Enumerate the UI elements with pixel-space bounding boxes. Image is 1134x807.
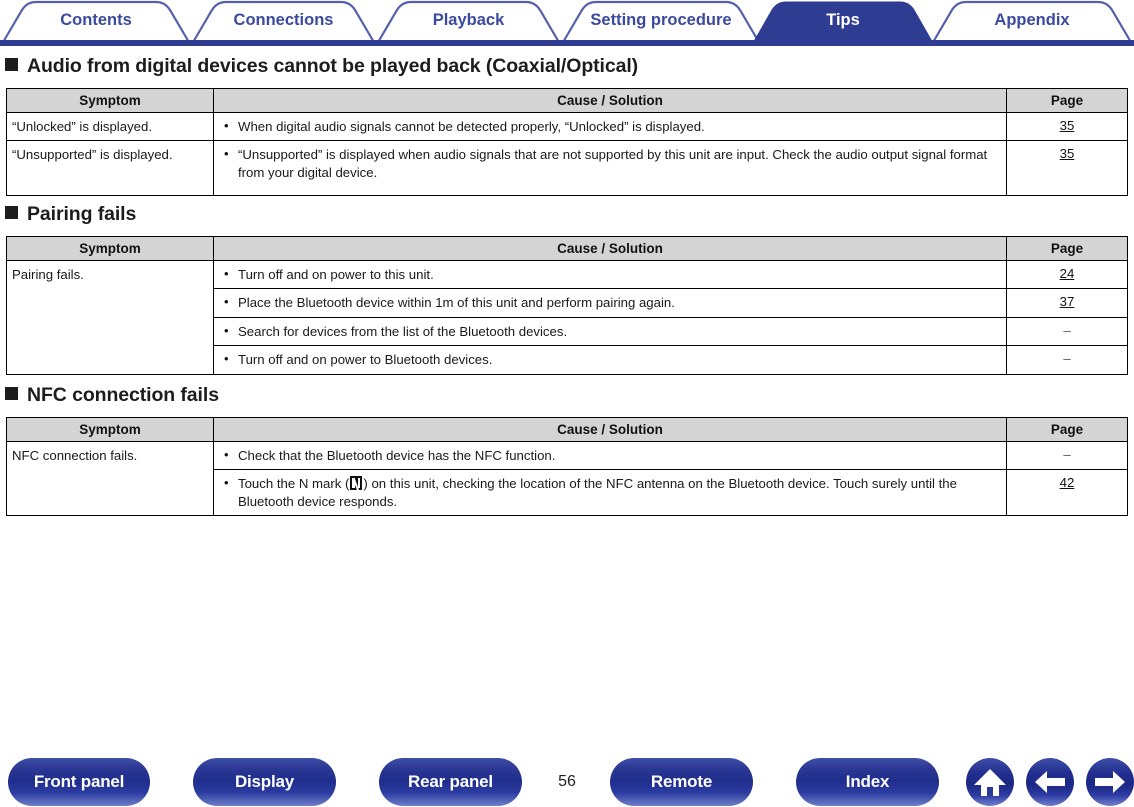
- front-panel-button[interactable]: Front panel: [8, 758, 150, 806]
- cause-item: Turn off and on power to this unit.: [223, 265, 998, 283]
- page-link[interactable]: 24: [1060, 266, 1075, 281]
- cause-text-before-nmark: Touch the N mark (: [238, 476, 350, 492]
- cell-cause: Turn off and on power to this unit.: [213, 259, 1007, 290]
- tab-tips[interactable]: Tips: [752, 0, 934, 40]
- cell-cause: Search for devices from the list of the …: [213, 316, 1007, 347]
- cell-symptom: NFC connection fails.: [6, 440, 214, 517]
- bullet-square-icon: [5, 387, 18, 400]
- back-arrow-icon[interactable]: [1026, 758, 1074, 806]
- cell-page: 35: [1006, 111, 1128, 142]
- page-number: 56: [558, 773, 576, 790]
- table-row: “Unlocked” is displayed. When digital au…: [6, 111, 1128, 142]
- cell-cause: Place the Bluetooth device within 1m of …: [213, 288, 1007, 318]
- col-header-page: Page: [1006, 417, 1128, 442]
- cell-cause: Check that the Bluetooth device has the …: [213, 440, 1007, 471]
- back-arrow-glyph: [1035, 771, 1065, 793]
- bullet-square-icon: [5, 206, 18, 219]
- cell-symptom: “Unlocked” is displayed.: [6, 111, 214, 142]
- cell-page: –: [1006, 440, 1128, 471]
- col-header-page: Page: [1006, 88, 1128, 113]
- cause-item: “Unsupported” is displayed when audio si…: [223, 145, 998, 181]
- nfc-n-mark-icon: [350, 476, 363, 491]
- section-heading-text: NFC connection fails: [27, 384, 219, 406]
- tab-setting-procedure[interactable]: Setting procedure: [562, 0, 760, 40]
- cause-item: Touch the N mark () on this unit, checki…: [223, 474, 998, 510]
- col-header-symptom: Symptom: [6, 88, 214, 113]
- tab-connections[interactable]: Connections: [192, 0, 375, 40]
- section-heading-text: Pairing fails: [27, 203, 137, 225]
- tab-playback[interactable]: Playback: [377, 0, 560, 40]
- cell-page: 35: [1006, 140, 1128, 197]
- cell-cause: Turn off and on power to Bluetooth devic…: [213, 345, 1007, 375]
- page-link[interactable]: 42: [1060, 475, 1075, 490]
- cause-item: Check that the Bluetooth device has the …: [223, 446, 998, 464]
- cell-page: –: [1006, 345, 1128, 375]
- index-button[interactable]: Index: [796, 758, 939, 806]
- table-row: “Unsupported” is displayed. “Unsupported…: [6, 140, 1128, 197]
- cause-item: Place the Bluetooth device within 1m of …: [223, 293, 998, 311]
- cell-page: 24: [1006, 259, 1128, 290]
- cell-cause: Touch the N mark () on this unit, checki…: [213, 469, 1007, 517]
- cause-item: Turn off and on power to Bluetooth devic…: [223, 350, 998, 368]
- col-header-symptom: Symptom: [6, 417, 214, 442]
- cell-cause: “Unsupported” is displayed when audio si…: [213, 140, 1007, 197]
- page-none: –: [1063, 322, 1071, 338]
- table-row: Pairing fails. Turn off and on power to …: [6, 259, 1128, 375]
- display-button[interactable]: Display: [193, 758, 336, 806]
- section-heading-text: Audio from digital devices cannot be pla…: [27, 55, 639, 77]
- section-heading-pairing-fails: Pairing fails: [5, 203, 136, 226]
- home-icon[interactable]: [966, 758, 1014, 806]
- table-row: NFC connection fails. Check that the Blu…: [6, 440, 1128, 517]
- forward-arrow-glyph: [1095, 771, 1125, 793]
- table-header-row: Symptom Cause / Solution Page: [6, 236, 1128, 261]
- col-header-cause: Cause / Solution: [213, 88, 1007, 113]
- table-header-row: Symptom Cause / Solution Page: [6, 417, 1128, 442]
- rear-panel-button[interactable]: Rear panel: [379, 758, 522, 806]
- tab-contents[interactable]: Contents: [2, 0, 190, 40]
- cell-symptom: “Unsupported” is displayed.: [6, 140, 214, 197]
- page-link[interactable]: 37: [1060, 294, 1075, 309]
- cell-page: 37: [1006, 288, 1128, 318]
- bullet-square-icon: [5, 58, 18, 71]
- col-header-symptom: Symptom: [6, 236, 214, 261]
- tab-appendix[interactable]: Appendix: [932, 0, 1132, 40]
- section-heading-digital-audio: Audio from digital devices cannot be pla…: [5, 55, 638, 78]
- page-none: –: [1063, 447, 1071, 462]
- cause-item: When digital audio signals cannot be det…: [223, 117, 998, 135]
- remote-button[interactable]: Remote: [610, 758, 753, 806]
- page-none: –: [1063, 351, 1071, 367]
- cause-item: Search for devices from the list of the …: [223, 322, 998, 340]
- cell-cause: When digital audio signals cannot be det…: [213, 111, 1007, 142]
- table-pairing-fails: Symptom Cause / Solution Page Pairing fa…: [6, 236, 1128, 375]
- col-header-cause: Cause / Solution: [213, 236, 1007, 261]
- cell-symptom: Pairing fails.: [6, 260, 214, 375]
- table-nfc-connection-fails: Symptom Cause / Solution Page NFC connec…: [6, 417, 1128, 517]
- home-glyph: [974, 769, 1006, 796]
- top-tab-bar: Contents Connections Playback Setting pr…: [0, 0, 1134, 46]
- cell-page: –: [1006, 316, 1128, 347]
- footer-navigation-bar: Front panel Display Rear panel 56 Remote…: [0, 758, 1134, 807]
- cell-page: 42: [1006, 469, 1128, 517]
- section-heading-nfc-connection-fails: NFC connection fails: [5, 384, 219, 407]
- page-link[interactable]: 35: [1060, 118, 1075, 133]
- page-link[interactable]: 35: [1060, 146, 1075, 161]
- table-header-row: Symptom Cause / Solution Page: [6, 88, 1128, 113]
- col-header-cause: Cause / Solution: [213, 417, 1007, 442]
- col-header-page: Page: [1006, 236, 1128, 261]
- table-digital-audio: Symptom Cause / Solution Page “Unlocked”…: [6, 88, 1128, 197]
- forward-arrow-icon[interactable]: [1086, 758, 1134, 806]
